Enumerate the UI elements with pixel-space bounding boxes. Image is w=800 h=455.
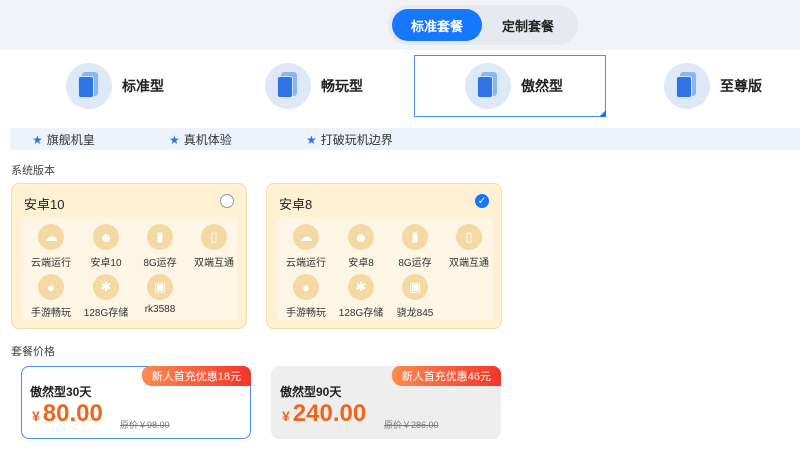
currency-symbol: ¥ <box>32 408 40 424</box>
tier-label: 傲然型 <box>521 78 563 94</box>
spec-item: ▮ 8G运存 <box>132 224 188 269</box>
chip-icon: ▣ <box>402 274 428 300</box>
promo-badge: 新人首充优惠18元 <box>141 366 251 386</box>
spec-label: 手游畅玩 <box>286 308 326 319</box>
tier-label: 标准型 <box>122 78 164 94</box>
feature-label: 旗舰机皇 <box>46 133 95 147</box>
spec-label: 128G存储 <box>338 308 384 319</box>
plan-price: ¥ 240.00 <box>282 400 366 428</box>
spec-item: ▣ 骁龙845 <box>387 274 443 319</box>
memory-icon: ▮ <box>147 224 173 250</box>
package-price-title: 套餐价格 <box>11 346 55 358</box>
spec-label: 双端互通 <box>194 258 234 269</box>
spec-item: ☁ 云端运行 <box>23 224 79 269</box>
version-title: 安卓8 <box>279 197 313 212</box>
spec-item: ☻ 安卓8 <box>333 224 389 269</box>
phone-icon <box>66 63 112 109</box>
original-price: 原价￥286.00 <box>384 420 439 430</box>
phone-icon <box>664 63 710 109</box>
storage-icon: ✱ <box>348 274 374 300</box>
memory-icon: ▮ <box>402 224 428 250</box>
package-toggle-bar: 标准套餐 定制套餐 <box>0 0 800 50</box>
system-version-title: 系统版本 <box>11 165 55 177</box>
custom-package-tab[interactable]: 定制套餐 <box>482 9 574 41</box>
storage-icon: ✱ <box>93 274 119 300</box>
cloud-icon: ☁ <box>293 224 319 250</box>
spec-label: 128G存储 <box>83 308 129 319</box>
spec-label: 安卓10 <box>90 258 122 269</box>
spec-item: ● 手游畅玩 <box>278 274 334 319</box>
version-radio[interactable] <box>220 194 234 208</box>
tier-tabs: 标准型 畅玩型 傲然型 至尊版 <box>0 53 800 119</box>
spec-label: 手游畅玩 <box>31 308 71 319</box>
promo-badge: 新人首充优惠46元 <box>391 366 501 386</box>
plan-price: ¥ 80.00 <box>32 400 103 428</box>
tier-label: 畅玩型 <box>321 78 363 94</box>
tier-aoran[interactable]: 傲然型 <box>414 55 606 117</box>
spec-item: ● 手游畅玩 <box>23 274 79 319</box>
phone-icon <box>465 63 511 109</box>
star-icon: ★ <box>306 132 317 147</box>
price-amount: 240.00 <box>292 400 367 427</box>
dual-device-icon: ▯ <box>201 224 227 250</box>
plan-name: 傲然型30天 <box>30 385 92 399</box>
android-icon: ☻ <box>348 224 374 250</box>
tier-label: 至尊版 <box>720 78 762 94</box>
version-card-android8[interactable]: 安卓8 ✓ ☁ 云端运行 ☻ 安卓8 ▮ 8G运存 ▯ 双端互通 ● 手游畅玩 … <box>266 183 502 329</box>
phone-icon <box>265 63 311 109</box>
spec-item: ▯ 双端互通 <box>441 224 497 269</box>
spec-item: ▣ rk3588 <box>132 274 188 315</box>
spec-label: rk3588 <box>144 304 176 315</box>
feature-item: ★ 真机体验 <box>169 131 232 148</box>
gamepad-icon: ● <box>293 274 319 300</box>
spec-item: ▯ 双端互通 <box>186 224 242 269</box>
spec-label: 云端运行 <box>31 258 71 269</box>
spec-label: 双端互通 <box>449 258 489 269</box>
standard-package-tab[interactable]: 标准套餐 <box>392 9 482 41</box>
plan-card-30-days[interactable]: 新人首充优惠18元 傲然型30天 ¥ 80.00 原价￥98.00 <box>21 366 251 439</box>
package-toggle: 标准套餐 定制套餐 <box>388 5 578 45</box>
star-icon: ★ <box>32 132 43 147</box>
star-icon: ★ <box>169 132 180 147</box>
spec-label: 8G运存 <box>143 258 177 269</box>
feature-label: 打破玩机边界 <box>320 133 393 147</box>
spec-item: ✱ 128G存储 <box>78 274 134 319</box>
feature-strip: ★ 旗舰机皇 ★ 真机体验 ★ 打破玩机边界 <box>10 128 800 150</box>
feature-item: ★ 旗舰机皇 <box>32 131 95 148</box>
plan-card-90-days[interactable]: 新人首充优惠46元 傲然型90天 ¥ 240.00 原价￥286.00 <box>271 366 501 439</box>
price-amount: 80.00 <box>42 400 103 427</box>
cloud-icon: ☁ <box>38 224 64 250</box>
spec-panel: ☁ 云端运行 ☻ 安卓10 ▮ 8G运存 ▯ 双端互通 ● 手游畅玩 ✱ 128… <box>22 218 238 320</box>
spec-panel: ☁ 云端运行 ☻ 安卓8 ▮ 8G运存 ▯ 双端互通 ● 手游畅玩 ✱ 128G… <box>277 218 493 320</box>
spec-item: ▮ 8G运存 <box>387 224 443 269</box>
dual-device-icon: ▯ <box>456 224 482 250</box>
feature-item: ★ 打破玩机边界 <box>306 131 393 148</box>
spec-label: 云端运行 <box>286 258 326 269</box>
spec-label: 8G运存 <box>398 258 432 269</box>
spec-label: 骁龙845 <box>396 308 434 319</box>
plan-name: 傲然型90天 <box>280 385 342 399</box>
chip-icon: ▣ <box>147 274 173 300</box>
original-price: 原价￥98.00 <box>120 420 170 430</box>
feature-label: 真机体验 <box>183 133 232 147</box>
version-title: 安卓10 <box>24 197 65 212</box>
currency-symbol: ¥ <box>282 408 290 424</box>
spec-item: ☻ 安卓10 <box>78 224 134 269</box>
tier-supreme[interactable]: 至尊版 <box>664 55 800 117</box>
gamepad-icon: ● <box>38 274 64 300</box>
spec-item: ✱ 128G存储 <box>333 274 389 319</box>
spec-item: ☁ 云端运行 <box>278 224 334 269</box>
check-icon[interactable]: ✓ <box>475 194 489 208</box>
android-icon: ☻ <box>93 224 119 250</box>
version-card-android10[interactable]: 安卓10 ☁ 云端运行 ☻ 安卓10 ▮ 8G运存 ▯ 双端互通 ● 手游畅玩 … <box>11 183 247 329</box>
spec-label: 安卓8 <box>348 258 374 269</box>
tier-standard[interactable]: 标准型 <box>66 55 258 117</box>
